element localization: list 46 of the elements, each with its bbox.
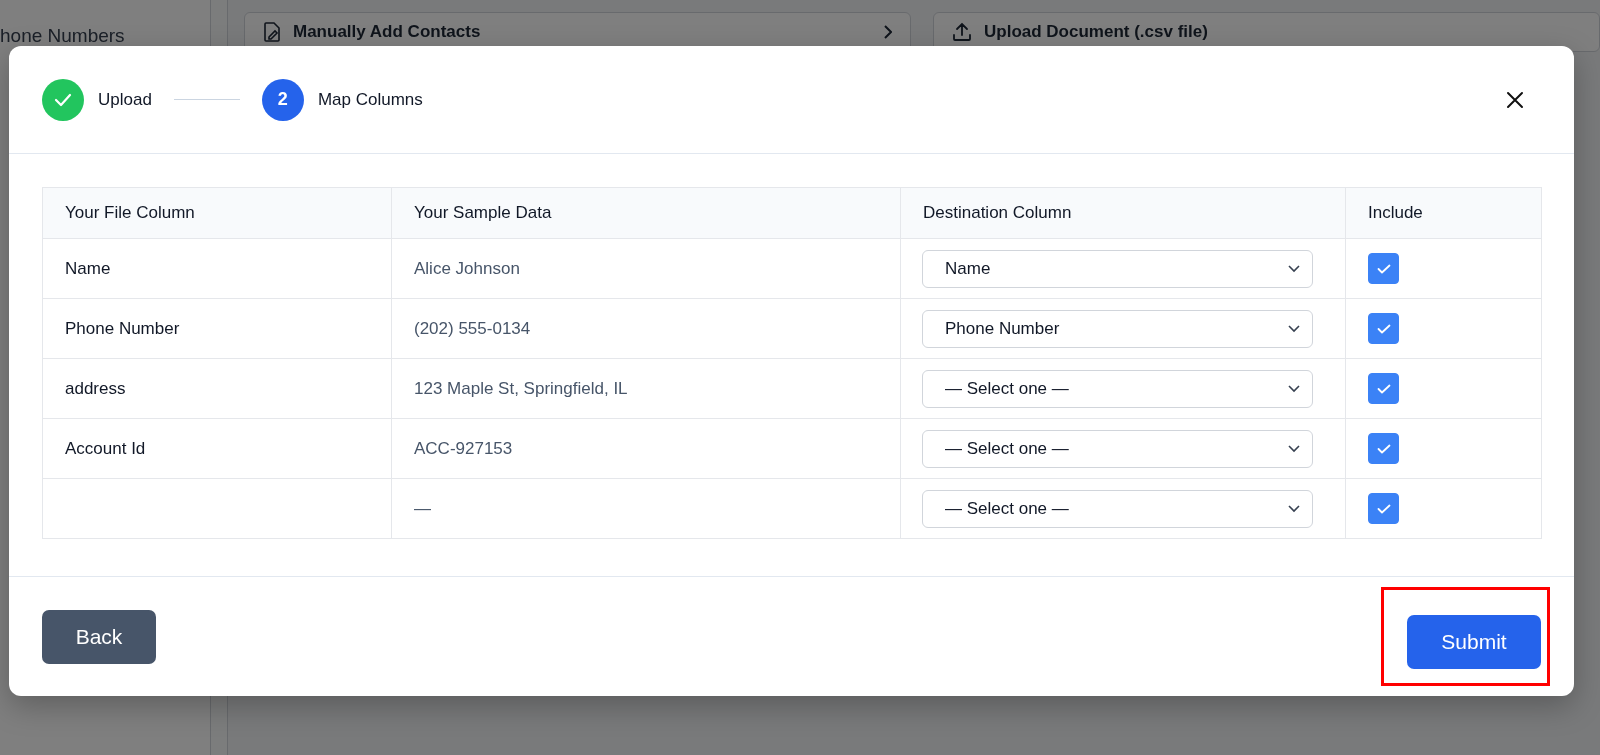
upload-icon [952, 22, 972, 42]
table-cell: Account Id [42, 418, 392, 479]
chevron-down-icon [1288, 324, 1300, 333]
checkbox[interactable] [1368, 313, 1399, 344]
column-header: Your File Column [42, 187, 392, 239]
table-cell: Name [42, 238, 392, 299]
dropdown[interactable]: — Select one — [922, 489, 1313, 528]
table-cell: address [42, 358, 392, 419]
sidebar-item[interactable]: hone Numbers [0, 26, 125, 45]
table-cell: 123 Maple St, Springfield, IL [391, 358, 901, 419]
chevron-down-icon [1288, 384, 1300, 393]
submit-button[interactable]: Submit [1407, 615, 1541, 669]
table-cell: — [391, 478, 901, 539]
check-icon [1376, 383, 1391, 394]
checkbox[interactable] [1368, 253, 1399, 284]
check-icon [1376, 443, 1391, 454]
dropdown[interactable]: Phone Number [922, 309, 1313, 348]
step-label: Upload [98, 89, 152, 110]
checkbox[interactable] [1368, 493, 1399, 524]
checkbox[interactable] [1368, 373, 1399, 404]
step-number: 2 [261, 78, 304, 121]
card-title: Upload Document (.csv file) [984, 22, 1209, 42]
check-icon [1376, 503, 1391, 514]
column-header: Your Sample Data [391, 187, 901, 239]
table-cell: (202) 555-0134 [391, 298, 901, 359]
step-complete-icon [42, 78, 84, 121]
chevron-down-icon [1288, 444, 1300, 453]
step-label: Map Columns [317, 89, 423, 110]
checkbox[interactable] [1368, 433, 1399, 464]
chevron-right-icon [883, 25, 892, 39]
column-header: Include [1345, 187, 1542, 239]
check-icon [1376, 323, 1391, 334]
table-cell: ACC-927153 [391, 418, 901, 479]
table-cell: Phone Number [42, 298, 392, 359]
table-cell: Alice Johnson [391, 238, 901, 299]
back-button[interactable]: Back [42, 609, 156, 664]
card-title: Manually Add Contacts [293, 22, 482, 42]
dropdown[interactable]: — Select one — [922, 429, 1313, 468]
dropdown[interactable]: Name [922, 249, 1313, 288]
chevron-down-icon [1288, 264, 1300, 273]
check-icon [1376, 263, 1391, 274]
chevron-down-icon [1288, 504, 1300, 513]
close-icon[interactable] [1505, 89, 1525, 110]
document-icon [263, 22, 281, 42]
column-header: Destination Column [900, 187, 1346, 239]
dropdown[interactable]: — Select one — [922, 369, 1313, 408]
